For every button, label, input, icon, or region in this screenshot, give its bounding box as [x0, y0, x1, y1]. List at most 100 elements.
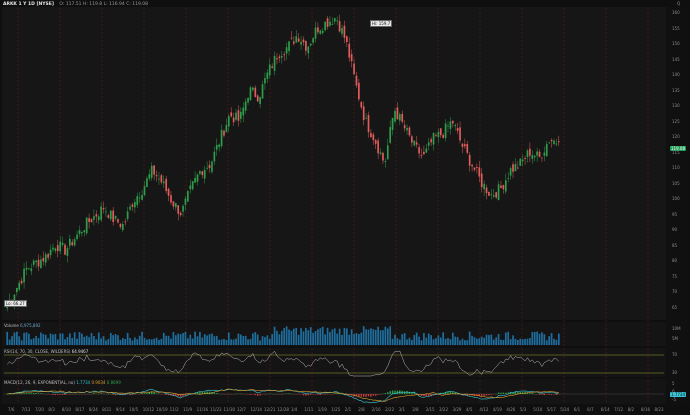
candle-body — [488, 191, 490, 196]
candle-body — [141, 194, 143, 200]
volume-bar — [439, 337, 442, 345]
corner-button[interactable]: Q — [677, 1, 680, 6]
candle-body — [88, 218, 90, 222]
candle-body — [290, 37, 293, 39]
volume-bar — [413, 335, 416, 345]
time-tick: 6/14 — [600, 407, 610, 412]
macd-hist-bar — [93, 393, 95, 394]
price-pane[interactable] — [2, 7, 666, 320]
price-tick: 75 — [672, 273, 678, 279]
volume-bar — [93, 335, 95, 345]
macd-label: MACD(12, 26, 9, EXPONENTIAL, no) 1.7734 … — [4, 380, 121, 385]
candle-body — [76, 234, 78, 240]
candle-body — [165, 178, 168, 191]
volume-bar — [541, 332, 543, 345]
candle-body — [213, 151, 216, 162]
macd-hist-bar — [52, 394, 54, 396]
time-tick: 3/15 — [425, 407, 435, 412]
price-tick: 105 — [672, 180, 680, 186]
volume-bar — [102, 336, 105, 345]
volume-bar — [423, 333, 425, 345]
time-tick: 12/7 — [236, 407, 246, 412]
volume-bar — [507, 331, 510, 345]
macd-hist-bar — [40, 393, 42, 394]
candle-body — [71, 242, 74, 246]
volume-bar — [557, 333, 560, 345]
macd-hist-bar — [384, 393, 387, 394]
volume-bar — [220, 339, 223, 345]
volume-bar — [524, 338, 526, 345]
volume-bar — [64, 339, 66, 345]
candle-body — [425, 148, 428, 153]
candle-body — [408, 127, 411, 136]
candle-body — [93, 216, 95, 220]
time-tick: 12/21 — [263, 407, 276, 412]
candle-body — [201, 171, 204, 176]
volume-bar — [199, 331, 201, 345]
candle-body — [266, 72, 269, 79]
candle-body — [117, 219, 119, 223]
candle-body — [280, 55, 283, 58]
volume-bar — [382, 330, 384, 345]
candle-body — [114, 215, 117, 219]
volume-bar — [543, 334, 546, 345]
candle-body — [413, 140, 416, 146]
candle-body — [492, 195, 495, 197]
volume-bar — [548, 336, 551, 345]
macd-hist-bar — [314, 394, 317, 395]
macd-signal-value: 0.9034 — [91, 380, 106, 385]
symbol-label[interactable]: ARKK 1 Y 1D [NYSE] — [3, 2, 54, 7]
volume-bar — [119, 339, 122, 345]
macd-hist-bar — [375, 394, 377, 396]
chart-canvas[interactable] — [0, 0, 690, 415]
rsi-tick: 30 — [672, 370, 678, 375]
candle-body — [25, 267, 28, 270]
candle-body — [237, 110, 240, 121]
macd-hist-bar — [28, 393, 30, 394]
candle-body — [350, 54, 353, 62]
volume-bar — [25, 332, 28, 345]
volume-bar — [379, 330, 382, 345]
volume-bar — [555, 339, 558, 345]
time-tick: 8/2 — [627, 407, 635, 412]
rsi-pane[interactable] — [2, 348, 666, 377]
candle-body — [83, 230, 86, 233]
candle-body — [73, 239, 76, 246]
volume-bar — [206, 335, 208, 345]
macd-hist-bar — [199, 391, 201, 394]
candle-body — [271, 66, 274, 68]
volume-bar — [553, 338, 555, 345]
volume-bar — [283, 328, 286, 345]
candle-body — [240, 111, 242, 119]
volume-tick: 5M — [672, 336, 678, 341]
candle-body — [187, 191, 189, 202]
candle-body — [355, 75, 358, 86]
volume-bar — [40, 332, 42, 345]
candle-body — [121, 224, 124, 231]
time-tick: 5/24 — [560, 407, 570, 412]
volume-bar — [490, 334, 493, 345]
candle-body — [242, 107, 245, 116]
macd-hist-bar — [360, 394, 363, 397]
macd-hist-bar — [100, 393, 102, 394]
volume-bar — [488, 335, 490, 345]
candle-body — [420, 155, 423, 157]
time-tick: 1/11 — [304, 407, 314, 412]
volume-bar — [437, 335, 440, 345]
volume-bar — [240, 334, 242, 345]
candle-body — [343, 25, 346, 38]
volume-bar — [550, 333, 553, 345]
macd-hist-bar — [365, 394, 367, 397]
candle-body — [517, 167, 519, 169]
candle-body — [490, 194, 493, 196]
price-tick: 125 — [672, 118, 680, 124]
candle-body — [264, 78, 266, 84]
macd-hist-bar — [541, 394, 543, 395]
volume-bar — [124, 338, 127, 345]
candle-body — [199, 171, 201, 174]
candle-body — [478, 167, 481, 177]
candle-body — [153, 165, 155, 175]
volume-bar — [23, 332, 25, 345]
candle-body — [358, 82, 360, 100]
price-tick: 100 — [672, 196, 680, 201]
